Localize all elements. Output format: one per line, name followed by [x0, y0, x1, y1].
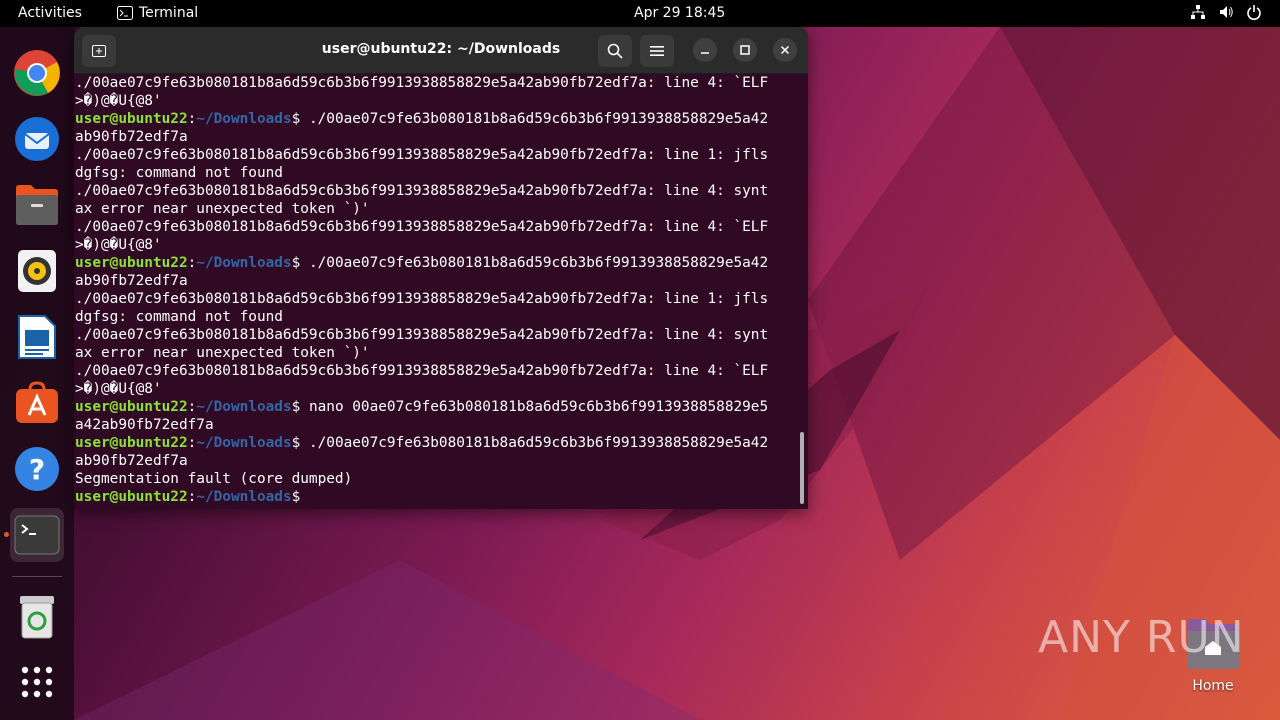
- terminal-command-line: user@ubuntu22:~/Downloads$ ./00ae07c9fe6…: [75, 111, 769, 127]
- menu-button[interactable]: [640, 35, 674, 67]
- terminal-output-line: ./00ae07c9fe63b080181b8a6d59c6b3b6f99139…: [75, 183, 769, 199]
- svg-text:?: ?: [29, 453, 45, 486]
- close-icon: [780, 45, 790, 55]
- dock: ?: [0, 27, 74, 720]
- hamburger-icon: [650, 46, 664, 56]
- writer-icon: [18, 315, 56, 359]
- prompt-user: user@ubuntu22: [75, 435, 188, 451]
- app-menu-label: Terminal: [139, 5, 199, 21]
- clock[interactable]: Apr 29 18:45: [634, 5, 725, 21]
- close-button[interactable]: [773, 38, 797, 62]
- prompt-user: user@ubuntu22: [75, 399, 188, 415]
- terminal-output-line: dgfsg: command not found: [75, 165, 283, 181]
- terminal-app-icon: [117, 6, 133, 20]
- terminal-output-line: a42ab90fb72edf7a: [75, 417, 214, 433]
- chrome-icon: [14, 50, 60, 96]
- terminal-output[interactable]: ./00ae07c9fe63b080181b8a6d59c6b3b6f99139…: [75, 74, 795, 509]
- terminal-output-line: ax error near unexpected token `)': [75, 201, 370, 217]
- running-indicator: [4, 532, 9, 537]
- prompt-user: user@ubuntu22: [75, 255, 188, 271]
- terminal-output-line: ./00ae07c9fe63b080181b8a6d59c6b3b6f99139…: [75, 75, 769, 91]
- dock-item-help[interactable]: ?: [10, 442, 64, 496]
- maximize-button[interactable]: [733, 38, 757, 62]
- trash-icon: [20, 596, 54, 639]
- prompt-path: ~/Downloads: [196, 111, 292, 127]
- volume-icon: [1220, 6, 1233, 18]
- thunderbird-icon: [15, 117, 59, 161]
- terminal-output-line: Segmentation fault (core dumped): [75, 471, 353, 487]
- terminal-output-line: ./00ae07c9fe63b080181b8a6d59c6b3b6f99139…: [75, 291, 769, 307]
- terminal-icon: [14, 515, 60, 555]
- terminal-command-line: user@ubuntu22:~/Downloads$ ./00ae07c9fe6…: [75, 255, 769, 271]
- terminal-output-line: ./00ae07c9fe63b080181b8a6d59c6b3b6f99139…: [75, 219, 769, 235]
- terminal-output-line: ./00ae07c9fe63b080181b8a6d59c6b3b6f99139…: [75, 147, 769, 163]
- terminal-titlebar[interactable]: user@ubuntu22: ~/Downloads: [74, 27, 808, 74]
- prompt-path: ~/Downloads: [196, 399, 292, 415]
- minimize-icon: [701, 52, 709, 54]
- system-tray[interactable]: [1190, 4, 1262, 20]
- terminal-output-line: ab90fb72edf7a: [75, 273, 188, 289]
- app-menu[interactable]: Terminal: [117, 5, 198, 21]
- rhythmbox-icon: [18, 250, 56, 292]
- dock-item-files[interactable]: [10, 178, 64, 232]
- terminal-output-line: ab90fb72edf7a: [75, 129, 188, 145]
- terminal-output-line: ./00ae07c9fe63b080181b8a6d59c6b3b6f99139…: [75, 363, 769, 379]
- watermark: ANY RUN: [1038, 612, 1245, 663]
- terminal-window[interactable]: user@ubuntu22: ~/Downloads ./00ae07c9fe6…: [74, 27, 808, 509]
- terminal-output-line: >�)@�U{@8': [75, 237, 162, 253]
- top-bar: Activities Terminal Apr 29 18:45: [0, 0, 1280, 27]
- dock-item-thunderbird[interactable]: [10, 112, 64, 166]
- home-folder-label: Home: [1192, 678, 1234, 694]
- power-icon: [1247, 5, 1261, 20]
- show-applications-button[interactable]: [10, 655, 64, 709]
- network-icon: [1191, 5, 1205, 19]
- dock-separator: [12, 576, 62, 577]
- terminal-output-line: ax error near unexpected token `)': [75, 345, 370, 361]
- dock-item-terminal[interactable]: [10, 508, 64, 562]
- terminal-command-line: user@ubuntu22:~/Downloads$ nano 00ae07c9…: [75, 399, 769, 415]
- dock-item-chrome[interactable]: [10, 46, 64, 100]
- dock-item-writer[interactable]: [10, 310, 64, 364]
- terminal-scrollbar[interactable]: [800, 432, 804, 504]
- search-icon: [607, 43, 623, 59]
- prompt-user: user@ubuntu22: [75, 489, 188, 505]
- prompt-path: ~/Downloads: [196, 435, 292, 451]
- terminal-output-line: ./00ae07c9fe63b080181b8a6d59c6b3b6f99139…: [75, 327, 769, 343]
- terminal-command-line: user@ubuntu22:~/Downloads$ ./00ae07c9fe6…: [75, 435, 769, 451]
- help-icon: ?: [15, 447, 59, 491]
- prompt-path: ~/Downloads: [196, 255, 292, 271]
- prompt-path: ~/Downloads: [196, 489, 292, 505]
- software-icon: [16, 381, 58, 423]
- search-button[interactable]: [598, 35, 632, 67]
- terminal-output-line: dgfsg: command not found: [75, 309, 283, 325]
- minimize-button[interactable]: [693, 38, 717, 62]
- files-icon: [16, 185, 58, 225]
- terminal-output-line: >�)@�U{@8': [75, 381, 162, 397]
- dock-item-rhythmbox[interactable]: [10, 244, 64, 298]
- dock-item-software[interactable]: [10, 376, 64, 430]
- prompt-user: user@ubuntu22: [75, 111, 188, 127]
- app-grid-icon: [21, 666, 53, 698]
- terminal-output-line: ab90fb72edf7a: [75, 453, 188, 469]
- terminal-command-line: user@ubuntu22:~/Downloads$: [75, 489, 309, 505]
- dock-item-trash[interactable]: [10, 590, 64, 644]
- activities-button[interactable]: Activities: [18, 5, 82, 21]
- terminal-output-line: >�)@�U{@8': [75, 93, 162, 109]
- maximize-icon: [740, 45, 750, 55]
